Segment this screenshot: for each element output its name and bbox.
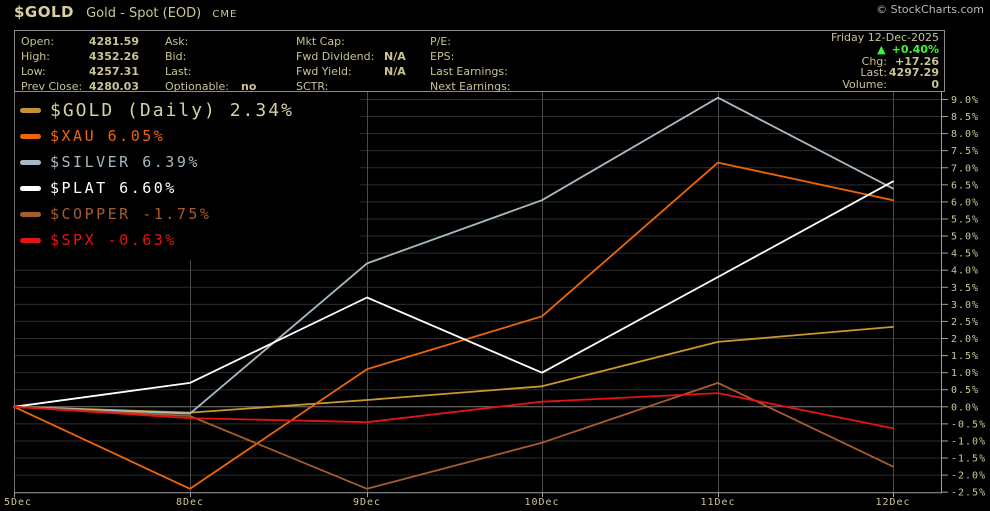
- x-tick-label: 12Dec: [875, 497, 910, 508]
- legend-label: $COPPER -1.75%: [50, 205, 212, 223]
- legend-swatch-icon: [20, 211, 41, 217]
- legend-item: $SPX -0.63%: [15, 227, 360, 253]
- info-value: N/A: [384, 50, 406, 63]
- legend-item: $SILVER 6.39%: [15, 149, 360, 175]
- info-col-session: Friday 12-Dec-2025 ▲ +0.40% Chg: +17.26 Las…: [831, 32, 939, 91]
- y-tick-label: 4.5%: [951, 249, 979, 260]
- y-tick-label: 5.5%: [951, 214, 979, 225]
- y-tick-label: 0.0%: [951, 402, 979, 413]
- price-row: Open: 4281.59: [21, 34, 139, 49]
- info-label: High:: [21, 50, 50, 63]
- legend-item: $GOLD (Daily) 2.34%: [15, 97, 360, 123]
- info-label: Mkt Cap:: [296, 35, 345, 48]
- info-label: Bid:: [165, 50, 187, 63]
- earn-row: P/E:: [430, 34, 511, 49]
- title-bar: $GOLD Gold - Spot (EOD) CME: [14, 2, 237, 21]
- info-col-earnings: P/E: EPS: Last Earnings: Next Earnings:: [430, 34, 511, 94]
- y-tick-label: 8.5%: [951, 112, 979, 123]
- y-tick-label: 3.0%: [951, 300, 979, 311]
- x-tick-label: 11Dec: [700, 497, 735, 508]
- y-tick-label: -0.5%: [951, 419, 986, 430]
- legend-item: $XAU 6.05%: [15, 123, 360, 149]
- info-label: Fwd Yield:: [296, 65, 352, 78]
- y-tick-label: 7.5%: [951, 146, 979, 157]
- info-value: 4281.59: [88, 35, 139, 48]
- y-tick-label: 0.5%: [951, 385, 979, 396]
- chart-page: 9.0% 8.5% 8.0% 7.5% 7.0% 6.5% 6.0% 5.5% 5.0% 4.5%…: [0, 0, 990, 511]
- x-tick-label: 9Dec: [353, 497, 381, 508]
- y-tick-label: 2.5%: [951, 317, 979, 328]
- legend-swatch-icon: [20, 185, 41, 191]
- legend-swatch-icon: [20, 133, 41, 139]
- legend-swatch-icon: [20, 159, 41, 165]
- series-line-copper: [13, 381, 894, 490]
- y-tick-label: 4.0%: [951, 266, 979, 277]
- legend-swatch-icon: [20, 107, 41, 113]
- copyright-notice: © StockCharts.com: [876, 3, 984, 16]
- session-value: 0: [931, 78, 939, 92]
- y-tick-label: 1.0%: [951, 368, 979, 379]
- legend-label: $XAU 6.05%: [50, 127, 166, 145]
- fund-row: Mkt Cap:: [296, 34, 404, 49]
- y-tick-label: 7.0%: [951, 163, 979, 174]
- info-label: P/E:: [430, 35, 451, 48]
- earn-row: EPS:: [430, 49, 511, 64]
- info-label: Last:: [165, 65, 192, 78]
- exchange-label: CME: [212, 9, 238, 20]
- x-tick-label: 8Dec: [176, 497, 204, 508]
- x-tick-label: 10Dec: [524, 497, 559, 508]
- fund-row: Fwd Dividend: N/A: [296, 49, 406, 64]
- session-label: Volume:: [842, 78, 887, 92]
- info-col-fundamentals: Mkt Cap: Fwd Dividend: N/A Fwd Yield: N/A SCT…: [296, 34, 406, 94]
- info-label: EPS:: [430, 50, 455, 63]
- x-tick-label: 5Dec: [4, 497, 32, 508]
- y-tick-label: -2.5%: [951, 488, 986, 499]
- y-tick-label: 9.0%: [951, 95, 979, 106]
- quote-info-box: Open: 4281.59 High: 4352.26 Low: 4257.31 Prev …: [14, 30, 945, 94]
- info-value: 4352.26: [88, 50, 139, 63]
- price-row: Low: 4257.31: [21, 64, 139, 79]
- info-col-prices: Open: 4281.59 High: 4352.26 Low: 4257.31 Prev …: [21, 34, 139, 94]
- y-tick-label: 6.5%: [951, 180, 979, 191]
- legend-swatch-icon: [20, 237, 41, 243]
- series-line-gold: [13, 325, 894, 414]
- pct-change-value: +0.40%: [891, 42, 939, 56]
- info-value: N/A: [384, 65, 406, 78]
- info-value: 4257.31: [88, 65, 139, 78]
- bidask-row: Bid:: [165, 49, 256, 64]
- y-tick-label: 1.5%: [951, 351, 979, 362]
- info-label: Fwd Dividend:: [296, 50, 375, 63]
- symbol-title: $GOLD: [14, 3, 75, 21]
- y-tick-label: 8.0%: [951, 129, 979, 140]
- y-tick-label: -1.5%: [951, 454, 986, 465]
- earn-row: Last Earnings:: [430, 64, 511, 79]
- y-tick-label: -2.0%: [951, 471, 986, 482]
- info-label: Ask:: [165, 35, 189, 48]
- legend-label: $PLAT 6.60%: [50, 179, 177, 197]
- info-label: Open:: [21, 35, 55, 48]
- bidask-row: Last:: [165, 64, 256, 79]
- legend-item: $COPPER -1.75%: [15, 201, 360, 227]
- legend-label: $GOLD (Daily) 2.34%: [50, 99, 294, 121]
- info-col-bid-ask: Ask: Bid: Last: Optionable: no: [165, 34, 256, 94]
- info-label: Low:: [21, 65, 46, 78]
- info-label: Last Earnings:: [430, 65, 508, 78]
- symbol-description: Gold - Spot (EOD): [86, 6, 202, 21]
- earn-row: Next Earnings:: [430, 79, 511, 94]
- y-tick-label: 5.0%: [951, 232, 979, 243]
- y-tick-label: 6.0%: [951, 197, 979, 208]
- session-row: Volume: 0: [831, 79, 939, 91]
- y-tick-label: 3.5%: [951, 283, 979, 294]
- price-row: High: 4352.26: [21, 49, 139, 64]
- fund-row: Fwd Yield: N/A: [296, 64, 406, 79]
- legend-label: $SPX -0.63%: [50, 231, 177, 249]
- bidask-row: Ask:: [165, 34, 256, 49]
- chart-legend: $GOLD (Daily) 2.34% $XAU 6.05% $SILVER 6.3…: [15, 92, 360, 260]
- info-label: Next Earnings:: [430, 80, 511, 93]
- legend-label: $SILVER 6.39%: [50, 153, 200, 171]
- session-rows: Chg: +17.26 Last: 4297.29 Volume: 0: [831, 55, 939, 91]
- legend-item: $PLAT 6.60%: [15, 175, 360, 201]
- y-tick-label: 2.0%: [951, 334, 979, 345]
- y-tick-label: -1.0%: [951, 436, 986, 447]
